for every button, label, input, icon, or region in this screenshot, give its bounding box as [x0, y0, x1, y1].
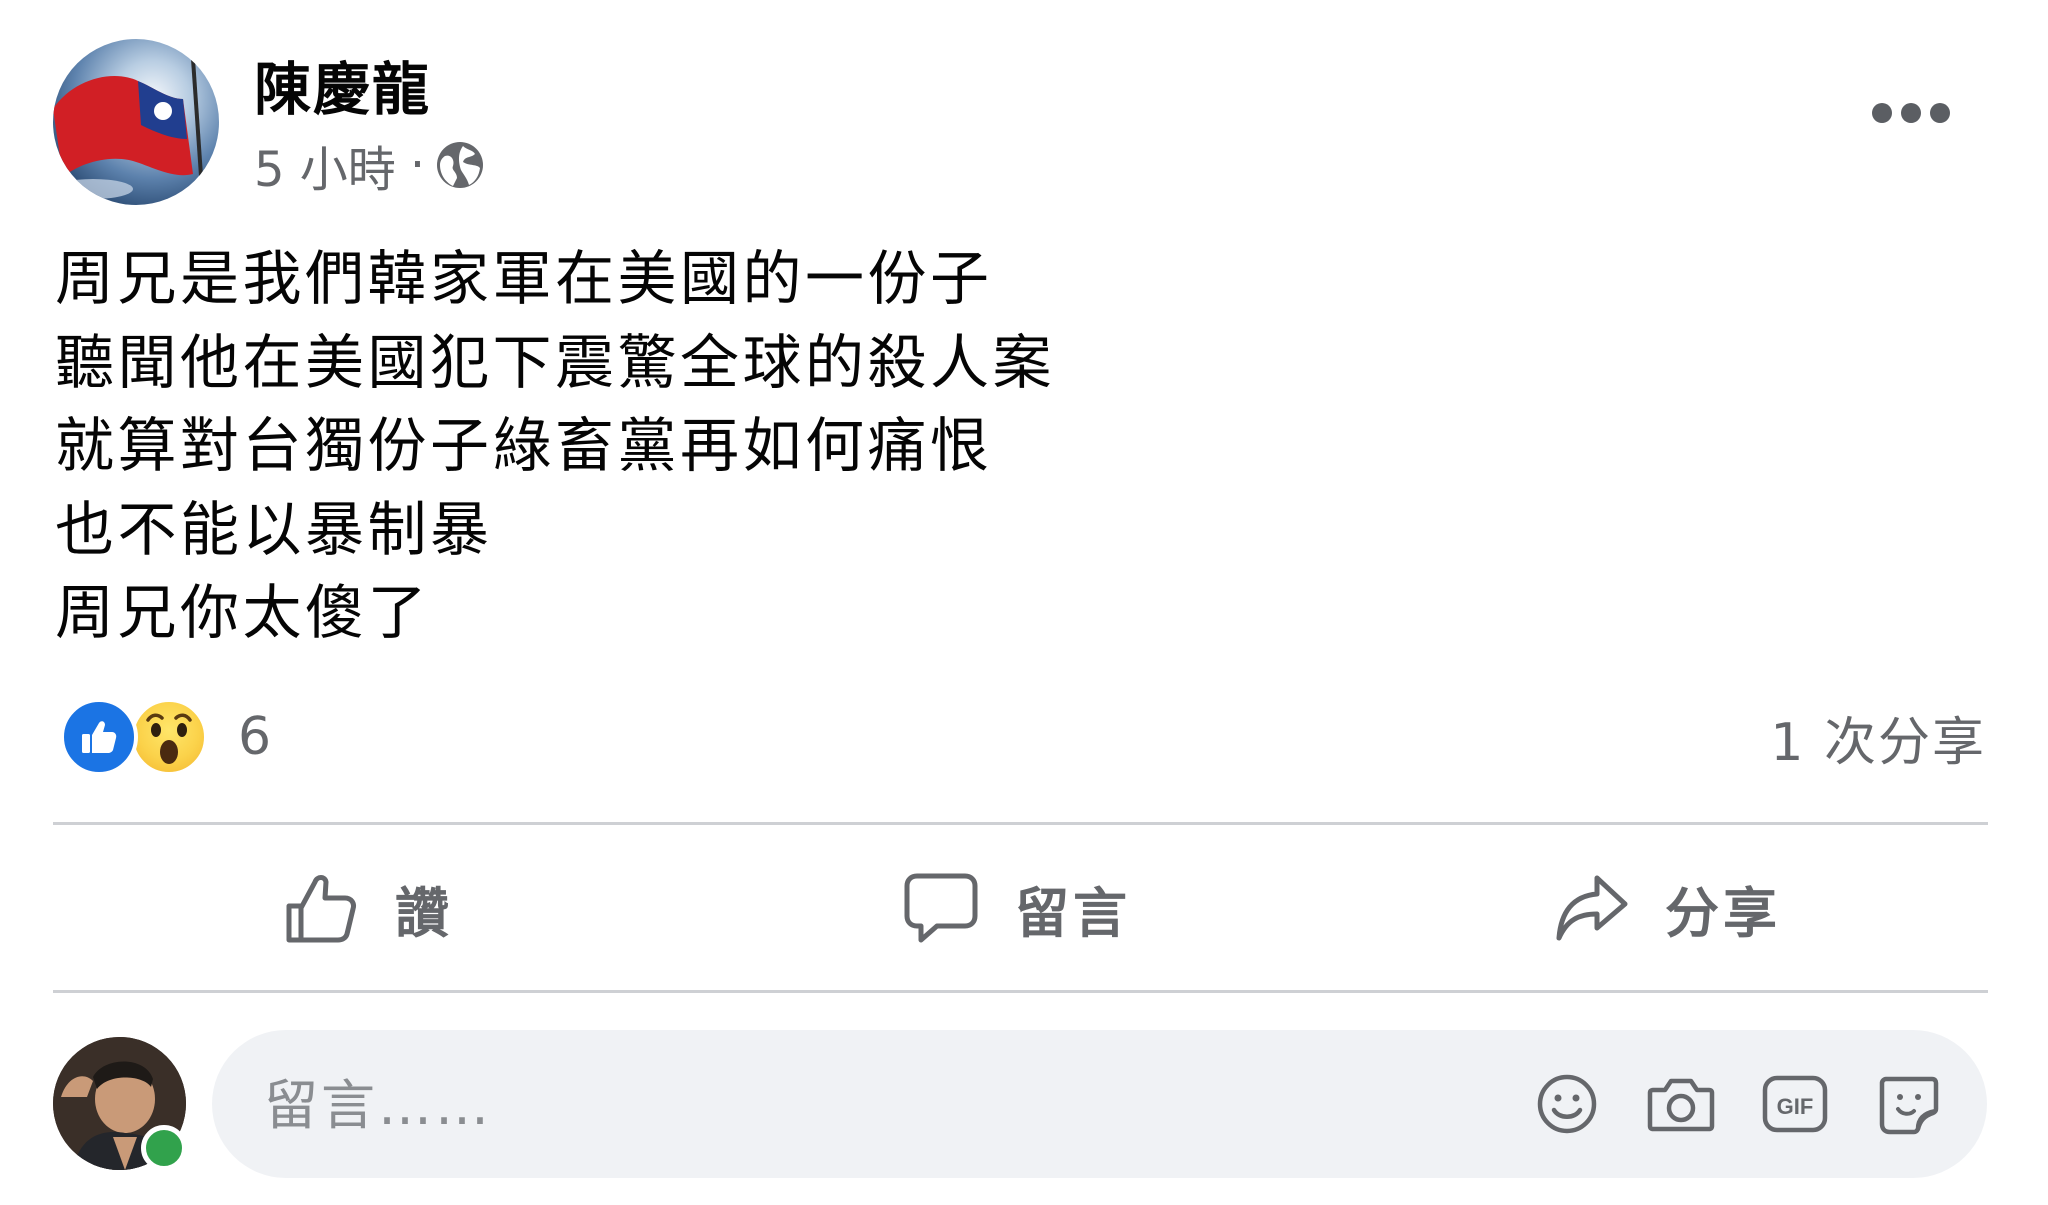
like-button[interactable]: 讚 [283, 866, 453, 950]
thumbs-up-icon [286, 875, 356, 943]
sticker-icon[interactable] [1869, 1064, 1949, 1144]
meta-separator: · [409, 137, 426, 193]
comment-label: 留言 [1015, 881, 1131, 945]
comment-input[interactable] [262, 1030, 1466, 1180]
camera-icon[interactable] [1641, 1064, 1721, 1144]
post-text-line: 就算對台獨份子綠畜黨再如何痛恨 [55, 411, 993, 480]
action-bar: 讚 留言 分享 [53, 826, 1988, 990]
author-name[interactable]: 陳慶龍 [254, 44, 431, 126]
comment-button[interactable]: 留言 [903, 866, 1131, 950]
share-count[interactable]: 1 次分享 [1770, 700, 1986, 775]
wow-reaction-icon [130, 698, 208, 776]
post-timestamp[interactable]: 5 小時 [254, 130, 396, 200]
more-options-icon[interactable] [1872, 95, 1950, 131]
author-avatar[interactable] [53, 39, 219, 205]
more-dot [1872, 103, 1892, 123]
reaction-count[interactable]: 6 [238, 707, 271, 767]
facebook-post: 陳慶龍 5 小時 · 周兄是我們韓家軍在美國的一份子 聽聞他在美國犯下震驚全球的… [0, 0, 2048, 1205]
post-text-line: 聽聞他在美國犯下震驚全球的殺人案 [55, 327, 1056, 397]
post-text-line: 也不能以暴制暴 [55, 494, 493, 564]
post-text: 周兄是我們韓家軍在美國的一份子 聽聞他在美國犯下震驚全球的殺人案 就算對台獨份子… [55, 237, 1055, 655]
composer-tools: GIF [1493, 1064, 1949, 1144]
reactions-summary[interactable]: 6 [60, 697, 271, 777]
post-meta: 5 小時 · [254, 135, 485, 198]
post-text-line: 周兄是我們韓家軍在美國的一份子 [55, 244, 993, 313]
flag-avatar-image [53, 58, 205, 205]
gif-label: GIF [1777, 1094, 1814, 1119]
globe-icon[interactable] [435, 140, 485, 190]
gif-icon[interactable]: GIF [1755, 1064, 1835, 1144]
more-dot [1930, 103, 1950, 123]
comment-composer[interactable]: GIF [212, 1030, 1987, 1180]
share-label: 分享 [1665, 881, 1781, 945]
share-arrow-icon [1556, 875, 1628, 941]
divider [53, 822, 1988, 825]
more-dot [1901, 103, 1921, 123]
divider [53, 990, 1988, 993]
like-reaction-icon [60, 698, 138, 776]
like-label: 讚 [395, 881, 453, 945]
share-button[interactable]: 分享 [1553, 866, 1781, 950]
emoji-icon[interactable] [1527, 1064, 1607, 1144]
post-text-line: 周兄你太傻了 [55, 578, 431, 647]
online-status-indicator [141, 1125, 187, 1171]
comment-bubble-icon [904, 873, 978, 943]
